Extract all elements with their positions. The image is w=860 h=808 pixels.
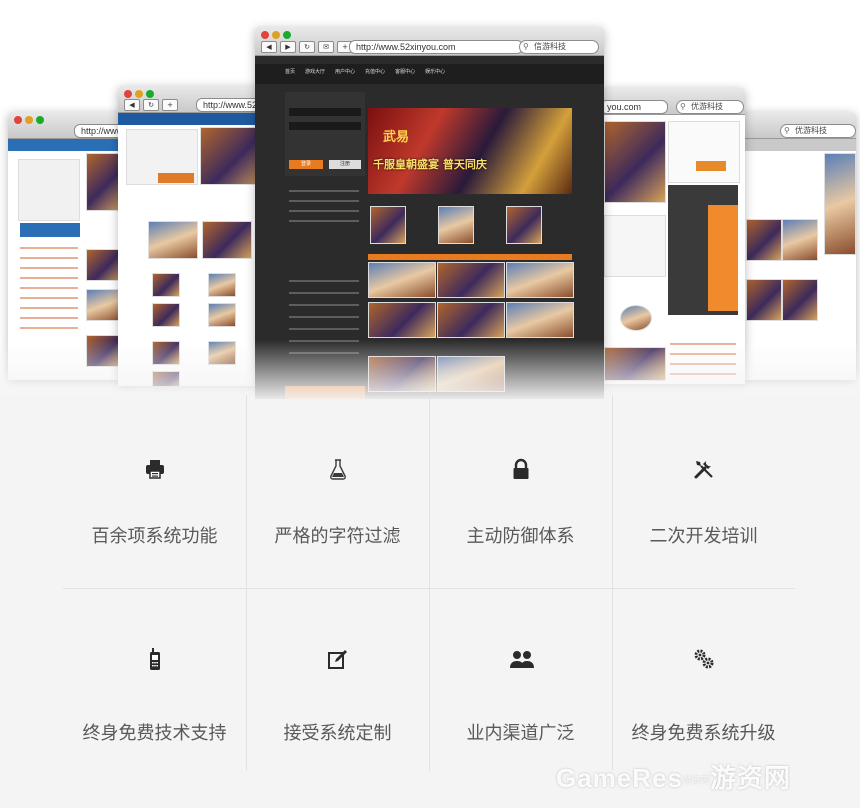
showcase-fade <box>0 340 860 400</box>
banner-title: 千服皇朝盛宴 普天同庆 <box>373 158 487 171</box>
address-bar[interactable]: http://www.52xinyou.com <box>349 40 523 54</box>
feature-item: 百余项系统功能 <box>63 395 246 588</box>
minimize-dot-icon[interactable] <box>272 31 280 39</box>
hero-banner <box>368 108 572 194</box>
feature-item: 接受系统定制 <box>246 589 429 779</box>
browser-toolbar: http://www.52 <box>8 112 128 139</box>
zoom-dot-icon[interactable] <box>283 31 291 39</box>
nav-item[interactable]: 充值中心 <box>365 68 385 75</box>
banner-logo: 武易 <box>383 130 410 145</box>
feature-item: 二次开发培训 <box>612 395 795 588</box>
login-button[interactable]: 登录 <box>289 160 323 169</box>
close-dot-icon <box>14 116 22 124</box>
register-button[interactable]: 注册 <box>329 160 361 169</box>
minimize-dot-icon <box>135 90 143 98</box>
search-icon: ⚲ <box>680 102 686 111</box>
reload-icon[interactable]: ↻ <box>299 41 315 53</box>
close-dot-icon[interactable] <box>261 31 269 39</box>
flask-icon <box>326 457 350 481</box>
tools-icon <box>692 457 716 481</box>
feature-label: 二次开发培训 <box>649 526 758 547</box>
users-icon <box>509 647 534 671</box>
nav-item[interactable]: 首页 <box>285 68 295 75</box>
gears-icon <box>692 647 716 671</box>
zoom-dot-icon <box>36 116 44 124</box>
minimize-dot-icon <box>25 116 33 124</box>
search-field[interactable]: ⚲ 信游科技 <box>519 40 599 54</box>
lock-icon <box>509 457 533 481</box>
back-icon[interactable]: ◀ <box>124 99 140 111</box>
nav-item[interactable]: 用户中心 <box>335 68 355 75</box>
share-icon[interactable]: ✉ <box>318 41 334 53</box>
feature-item: 主动防御体系 <box>429 395 612 588</box>
feature-grid: 百余项系统功能 严格的字符过滤 主动防御体系 二次开发培训 终身免费技术支持 接… <box>63 395 795 789</box>
nav-item[interactable]: 客服中心 <box>395 68 415 75</box>
feature-label: 终身免费系统升级 <box>631 723 776 744</box>
address-bar[interactable]: you.com <box>600 100 668 114</box>
search-field[interactable]: ⚲ 优游科技 <box>780 124 856 138</box>
search-field[interactable]: ⚲ 优游科技 <box>676 100 744 114</box>
search-icon: ⚲ <box>523 42 529 51</box>
printer-icon <box>143 457 167 481</box>
feature-item: 终身免费系统升级 <box>612 589 795 779</box>
browser-toolbar: ◀ ↻ + http://www.52xin <box>118 86 268 113</box>
mobile-phone-icon <box>143 647 167 671</box>
browser-toolbar: ⚲ 优游科技 <box>740 112 856 139</box>
browser-showcase: http://www.52 ⚲ 优游科技 <box>0 0 860 400</box>
search-icon: ⚲ <box>784 126 790 135</box>
feature-item: 终身免费技术支持 <box>63 589 246 779</box>
back-icon[interactable]: ◀ <box>261 41 277 53</box>
browser-toolbar: you.com ⚲ 优游科技 <box>600 88 745 115</box>
feature-item: 严格的字符过滤 <box>246 395 429 588</box>
zoom-dot-icon <box>146 90 154 98</box>
forward-icon[interactable]: ▶ <box>280 41 296 53</box>
nav-item[interactable]: 娱乐中心 <box>425 68 445 75</box>
browser-toolbar: ◀ ▶ ↻ ✉ + http://www.52xinyou.com ⚲ 信游科技 <box>255 27 604 56</box>
close-dot-icon <box>124 90 132 98</box>
add-tab-icon[interactable]: + <box>162 99 178 111</box>
watermark: GameRes游资网游资网 <box>556 763 791 793</box>
nav-item[interactable]: 游戏大厅 <box>305 68 325 75</box>
edit-icon <box>326 647 350 671</box>
reload-icon[interactable]: ↻ <box>143 99 159 111</box>
feature-item: 业内渠道广泛 <box>429 589 612 779</box>
